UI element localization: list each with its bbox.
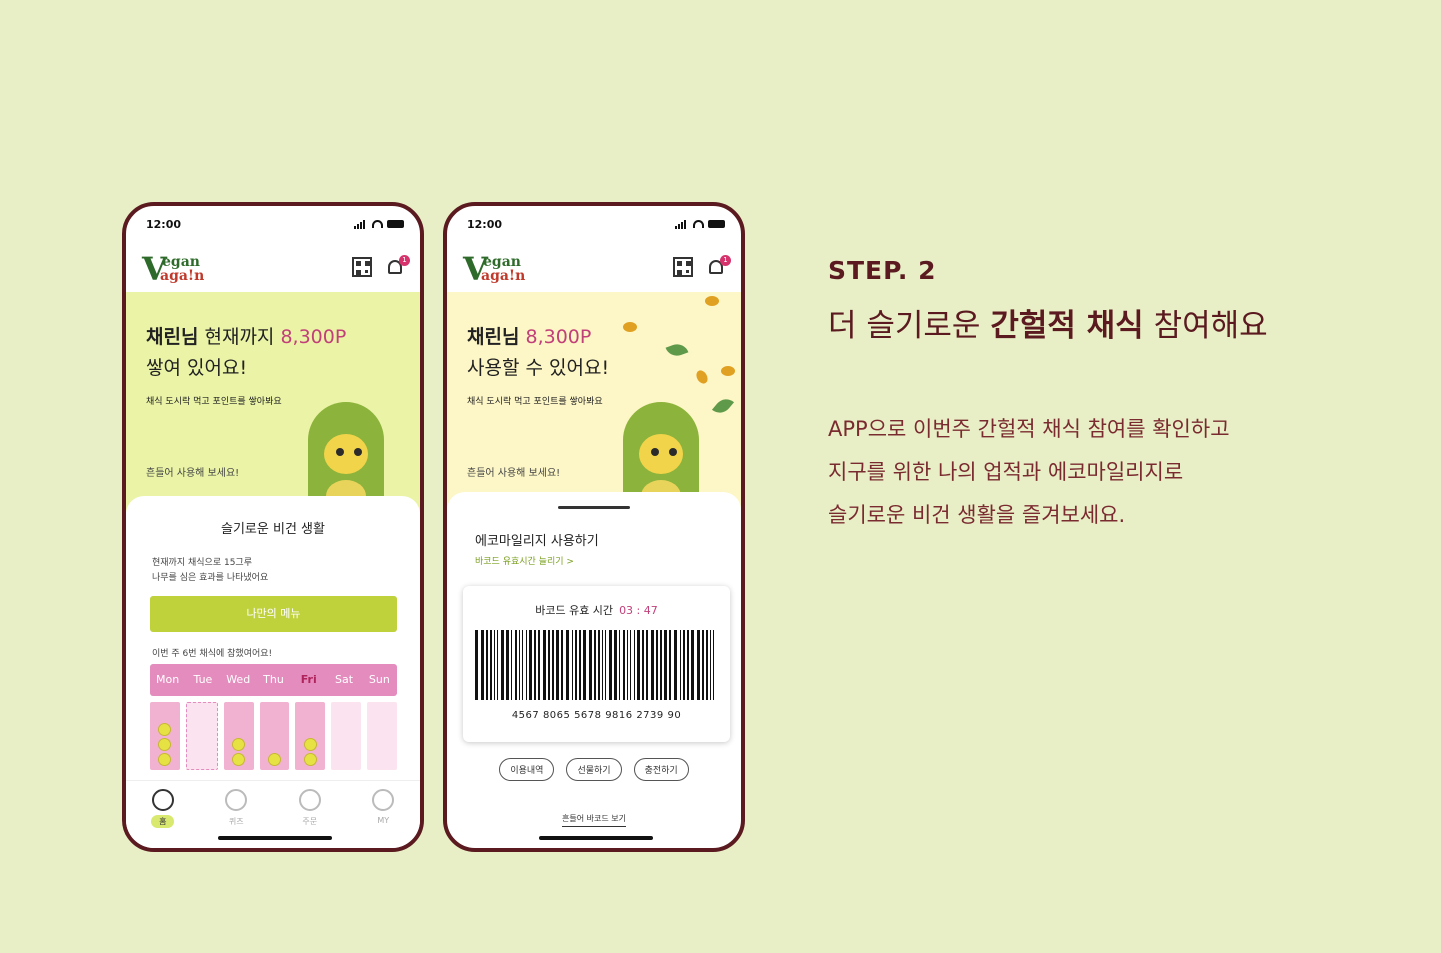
day-column — [185, 702, 218, 770]
barcode-validity: 바코드 유효 시간 03 : 47 — [535, 604, 658, 617]
weekday-header: Mon Tue Wed Thu Fri Sat Sun — [150, 664, 397, 696]
card-description: 현재까지 채식으로 15그루 나무를 심은 효과를 나타냈어요 — [152, 558, 269, 583]
app-header: Vegan aga!n 1 — [126, 242, 420, 292]
smiley-icon — [158, 723, 172, 736]
smiley-icon — [158, 753, 172, 766]
day-column — [223, 702, 254, 770]
status-bar: 12:00 — [447, 206, 741, 242]
headline: 더 슬기로운 간헐적 채식 참여해요 — [828, 308, 1268, 344]
smiley-icon — [268, 753, 281, 766]
tab-my[interactable]: MY — [347, 789, 421, 848]
coin-icon — [694, 368, 710, 386]
weekly-progress-columns — [150, 702, 398, 770]
wifi-icon — [693, 220, 704, 228]
hero-subtitle: 채식 도시락 먹고 포인트를 쌓아봐요 — [146, 397, 282, 407]
status-time: 12:00 — [467, 217, 503, 231]
coin-icon — [705, 296, 719, 306]
day-column — [295, 702, 326, 770]
vegan-again-logo[interactable]: Vegan aga!n — [463, 247, 673, 287]
day-column — [367, 702, 398, 770]
phone-mockup-home: 12:00 Vegan aga!n 1 채린님 현재까지 8,300P 쌓여 있어… — [122, 202, 424, 852]
day-column — [331, 702, 362, 770]
barcode-image — [475, 630, 714, 700]
status-time: 12:00 — [146, 217, 182, 231]
phone-mockup-eco-mileage: 12:00 Vegan aga!n 1 채린님 8,300P 사용할 수 있어요!… — [443, 202, 745, 852]
smiley-icon — [303, 753, 317, 766]
barcode-number: 4567 8065 5678 9816 2739 90 — [511, 710, 682, 721]
day-thu[interactable]: Thu — [256, 664, 291, 696]
qr-icon[interactable] — [352, 257, 372, 277]
gift-button[interactable]: 선물하기 — [566, 758, 622, 781]
smiley-icon — [158, 738, 172, 751]
day-sat[interactable]: Sat — [326, 664, 361, 696]
smiley-icon — [232, 753, 246, 766]
day-tue[interactable]: Tue — [185, 664, 220, 696]
vegan-life-card: 슬기로운 비건 생활 현재까지 채식으로 15그루 나무를 심은 효과를 나타냈어… — [126, 496, 420, 780]
my-menu-button[interactable]: 나만의 메뉴 — [150, 596, 397, 632]
smiley-icon — [232, 738, 246, 751]
shake-hint: 흔들어 사용해 보세요! — [146, 468, 240, 479]
shake-barcode-link[interactable]: 흔들어 바코드 보기 — [447, 806, 741, 827]
battery-icon — [387, 220, 404, 228]
app-header: Vegan aga!n 1 — [447, 242, 741, 292]
home-indicator — [539, 836, 653, 840]
hero-title: 채린님 8,300P 사용할 수 있어요! — [467, 326, 610, 379]
day-column — [150, 702, 180, 770]
notification-badge: 1 — [399, 255, 410, 266]
truck-icon — [298, 789, 321, 811]
charge-button[interactable]: 충전하기 — [633, 758, 689, 781]
home-indicator — [218, 836, 332, 840]
eco-mileage-title: 에코마일리지 사용하기 — [475, 534, 599, 549]
extend-barcode-link[interactable]: 바코드 유효시간 늘리기 > — [475, 554, 574, 567]
day-fri[interactable]: Fri — [291, 664, 326, 696]
sheet-handle[interactable] — [558, 506, 630, 509]
qr-icon[interactable] — [673, 257, 693, 277]
notification-badge: 1 — [720, 255, 731, 266]
barcode-timer: 03 : 47 — [619, 604, 658, 617]
hero-banner: 채린님 8,300P 사용할 수 있어요! 채식 도시락 먹고 포인트를 쌓아봐… — [447, 292, 741, 512]
day-mon[interactable]: Mon — [150, 664, 185, 696]
hero-title: 채린님 현재까지 8,300P 쌓여 있어요! — [146, 326, 347, 379]
bell-icon[interactable]: 1 — [386, 255, 410, 277]
vegan-again-logo[interactable]: Vegan aga!n — [142, 247, 352, 287]
leaf-icon — [711, 394, 735, 418]
battery-icon — [708, 220, 725, 228]
weekly-note: 이번 주 6번 채식에 참했여어요! — [152, 649, 273, 659]
signal-icon — [675, 219, 689, 229]
signal-icon — [354, 219, 368, 229]
coin-icon — [721, 366, 735, 376]
day-wed[interactable]: Wed — [221, 664, 256, 696]
barcode-card: 바코드 유효 시간 03 : 47 4567 8065 5678 9816 273… — [463, 586, 730, 742]
leaf-icon — [665, 340, 689, 360]
day-column — [259, 702, 290, 770]
step-label: STEP. 2 — [828, 256, 937, 285]
eco-mileage-sheet: 에코마일리지 사용하기 바코드 유효시간 늘리기 > 바코드 유효 시간 03 :… — [447, 492, 741, 827]
hero-subtitle: 채식 도시락 먹고 포인트를 쌓아봐요 — [467, 397, 603, 407]
card-title: 슬기로운 비건 생활 — [221, 522, 325, 537]
usage-history-button[interactable]: 이용내역 — [499, 758, 555, 781]
wifi-icon — [372, 220, 383, 228]
points-value: 8,300P — [280, 326, 347, 348]
action-pills: 이용내역 선물하기 충전하기 — [447, 758, 741, 781]
bell-icon[interactable]: 1 — [707, 255, 731, 277]
shake-hint: 흔들어 사용해 보세요! — [467, 468, 561, 479]
tab-home[interactable]: 홈 — [126, 789, 200, 848]
search-icon — [225, 789, 248, 811]
description: APP으로 이번주 간헐적 채식 참여를 확인하고 지구를 위한 나의 업적과 … — [828, 417, 1230, 527]
status-bar: 12:00 — [126, 206, 420, 242]
points-value: 8,300P — [525, 326, 592, 348]
coin-icon — [623, 322, 637, 332]
hero-banner: 채린님 현재까지 8,300P 쌓여 있어요! 채식 도시락 먹고 포인트를 쌓… — [126, 292, 420, 512]
badge-icon — [151, 789, 174, 811]
day-sun[interactable]: Sun — [362, 664, 397, 696]
phone-icon — [372, 789, 395, 811]
smiley-icon — [303, 738, 317, 751]
